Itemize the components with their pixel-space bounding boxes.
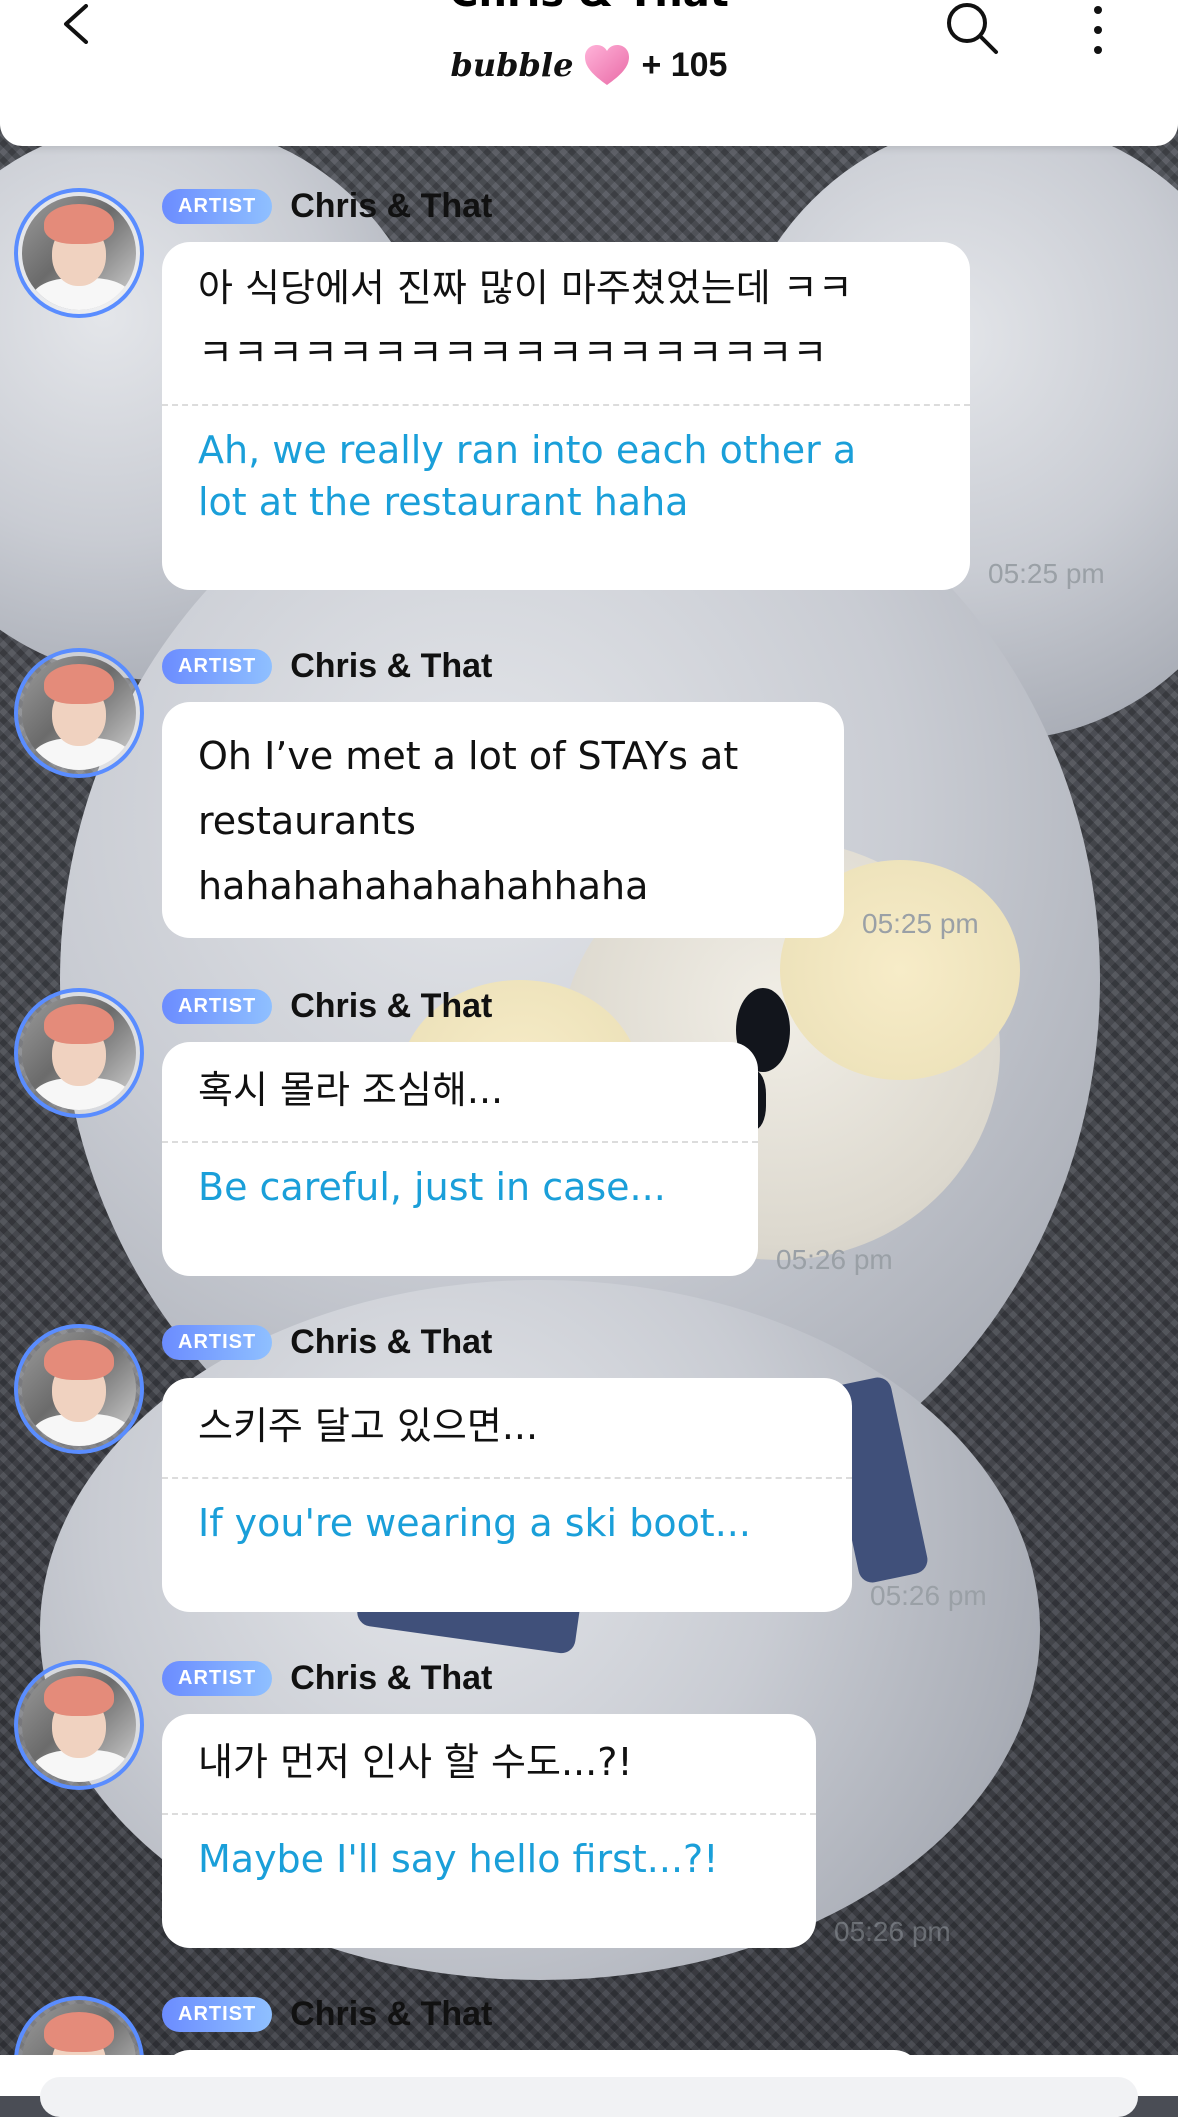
message-original-text: restaurants: [198, 799, 416, 843]
divider: [162, 404, 970, 406]
bottom-bar: [0, 2055, 1178, 2117]
artist-badge: ARTIST: [162, 1324, 273, 1360]
sender-name: Chris & That: [290, 186, 493, 225]
avatar[interactable]: [14, 988, 144, 1118]
message-original-text: 혹시 몰라 조심해...: [198, 1068, 504, 1112]
message-bubble[interactable]: 내가 먼저 인사 할 수도...?! Maybe I'll say hello …: [162, 1714, 816, 1948]
message-original-text: 스키주 달고 있으면...: [198, 1404, 539, 1448]
heart-icon: [585, 45, 630, 85]
divider: [162, 1813, 816, 1815]
message-original-text: ㅋㅋㅋㅋㅋㅋㅋㅋㅋㅋㅋㅋㅋㅋㅋㅋㅋㅋ: [198, 331, 828, 375]
avatar[interactable]: [14, 1324, 144, 1454]
message-translation-text: If you're wearing a ski boot...: [198, 1501, 751, 1545]
bubble-logo: bubble: [450, 46, 574, 84]
sender-name: Chris & That: [290, 1994, 493, 2033]
message-bubble[interactable]: Oh I’ve met a lot of STAYs at restaurant…: [162, 702, 844, 938]
message-translation-text: Ah, we really ran into each other a: [198, 428, 857, 472]
bubble-count-row[interactable]: bubble + 105: [0, 38, 1178, 92]
avatar[interactable]: [14, 188, 144, 318]
message-translation-text: lot at the restaurant haha: [198, 480, 689, 524]
chat-header: Chris & That bubble + 105: [0, 0, 1178, 146]
divider: [162, 1141, 758, 1143]
avatar[interactable]: [14, 648, 144, 778]
divider: [162, 1477, 852, 1479]
message-translation-text: Maybe I'll say hello first...?!: [198, 1837, 719, 1881]
message-original-text: Oh I’ve met a lot of STAYs at: [198, 734, 739, 778]
message-bubble[interactable]: 스키주 달고 있으면... If you're wearing a ski bo…: [162, 1378, 852, 1612]
artist-badge: ARTIST: [162, 648, 273, 684]
message-timestamp: 05:26 pm: [834, 1916, 951, 1947]
sender-name: Chris & That: [290, 986, 493, 1025]
message-bubble[interactable]: 아 식당에서 진짜 많이 마주쳤었는데 ㅋㅋ ㅋㅋㅋㅋㅋㅋㅋㅋㅋㅋㅋㅋㅋㅋㅋㅋㅋ…: [162, 242, 970, 590]
sender-name: Chris & That: [290, 1658, 493, 1697]
message-original-text: hahahahahahahahhaha: [198, 864, 649, 908]
message-timestamp: 05:26 pm: [870, 1580, 987, 1611]
message-original-text: 아 식당에서 진짜 많이 마주쳤었는데 ㅋㅋ: [198, 266, 853, 310]
message-input[interactable]: [40, 2077, 1138, 2117]
message-original-text: 내가 먼저 인사 할 수도...?!: [198, 1740, 633, 1784]
sender-name: Chris & That: [290, 646, 493, 685]
message-translation-text: Be careful, just in case...: [198, 1165, 666, 1209]
message-timestamp: 05:25 pm: [862, 908, 979, 939]
message-bubble[interactable]: 혹시 몰라 조심해... Be careful, just in case...: [162, 1042, 758, 1276]
bubble-count: + 105: [641, 45, 728, 84]
artist-badge: ARTIST: [162, 1660, 273, 1696]
avatar[interactable]: [14, 1660, 144, 1790]
message-timestamp: 05:26 pm: [776, 1244, 893, 1275]
message-timestamp: 05:25 pm: [988, 558, 1105, 589]
artist-badge: ARTIST: [162, 988, 273, 1024]
sender-name: Chris & That: [290, 1322, 493, 1361]
artist-badge: ARTIST: [162, 1996, 273, 2032]
chat-list[interactable]: ARTIST Chris & That 아 식당에서 진짜 많이 마주쳤었는데 …: [0, 0, 1178, 2055]
avatar[interactable]: [14, 1996, 144, 2055]
artist-badge: ARTIST: [162, 188, 273, 224]
